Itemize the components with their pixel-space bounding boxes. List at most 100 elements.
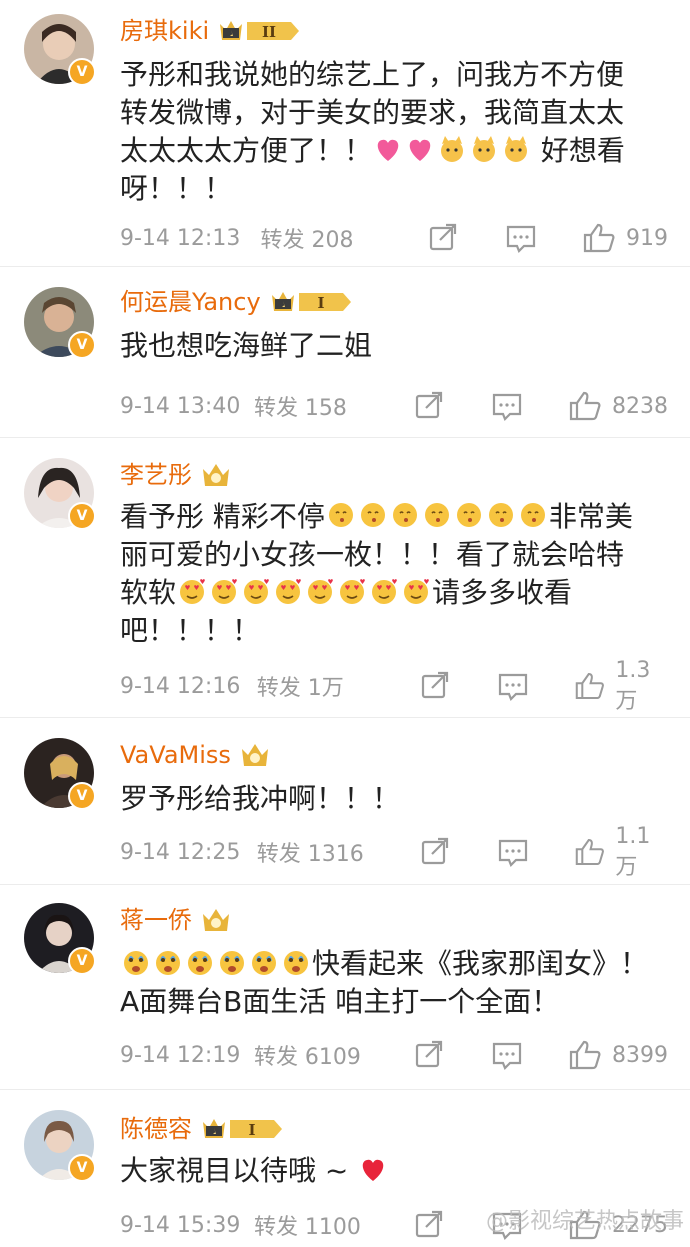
repost-count[interactable]: 转发 158 (254, 390, 407, 422)
comment-text: 予彤和我说她的综艺上了，问我方不方便转发微博，对于美女的要求，我简直太太太太太太… (120, 58, 625, 205)
verified-icon: V (68, 58, 96, 86)
kiss-emoji (390, 500, 420, 530)
crown-icon: II (217, 16, 301, 46)
timestamp: 9-14 15:39 (120, 1212, 241, 1238)
avatar[interactable]: V (24, 1110, 96, 1182)
crown-icon (200, 905, 232, 935)
comment-text: 大家視目以待哦 ~ (120, 1152, 650, 1190)
svg-text:I: I (248, 1121, 255, 1139)
like-count: 1.3万 (615, 657, 651, 714)
love-emoji (401, 576, 431, 606)
love-emoji (337, 576, 367, 606)
comment-item: V 李艺彤 看予彤 精彩不停 非常美丽可爱的小女孩一枚！！！看了就会哈特软软 请多多… (0, 438, 690, 718)
like-icon (569, 1040, 601, 1070)
like-button[interactable]: 1.3万 (574, 658, 668, 715)
comment-item: V 陈德容 I 大家視目以待哦 ~ 9-14 15:39 转发 1100 227… (0, 1090, 690, 1247)
comment-icon[interactable] (490, 389, 524, 423)
heart-emoji (405, 134, 435, 164)
crown-icon (200, 460, 232, 490)
like-count: 8238 (612, 393, 668, 419)
avatar[interactable]: V (24, 903, 96, 975)
like-icon (575, 672, 604, 700)
comment-item: V 蒋一侨 快看起来《我家那闺女》！A面舞台B面生活 咱主打一个全面！ 9-14… (0, 885, 690, 1090)
wow-emoji (217, 947, 247, 977)
kiss-emoji (358, 500, 388, 530)
share-icon[interactable] (426, 221, 460, 255)
comment-text: 罗予彤给我冲啊！！！ (120, 782, 401, 815)
like-count: 1.1万 (615, 823, 651, 880)
comment-text: 我也想吃海鲜了二姐 (120, 329, 373, 362)
cat-emoji (469, 134, 499, 164)
like-icon (575, 838, 604, 866)
username[interactable]: VaVaMiss (120, 740, 231, 770)
wow-emoji (185, 947, 215, 977)
avatar[interactable]: V (24, 738, 96, 810)
love-emoji (241, 576, 271, 606)
crown-icon: I (200, 1114, 284, 1144)
verified-icon: V (68, 502, 96, 530)
watermark: @影视综艺热点故事 (485, 1209, 684, 1234)
comment-icon[interactable] (490, 1038, 524, 1072)
comment-feed: V 房琪kiki II 予彤和我说她的综艺上了，问我方不方便转发微博，对于美女的… (0, 0, 690, 1247)
like-icon (569, 391, 601, 421)
repost-count[interactable]: 转发 208 (260, 222, 421, 254)
verified-icon: V (68, 782, 96, 810)
share-icon[interactable] (412, 1208, 446, 1242)
like-button[interactable]: 1.1万 (574, 824, 668, 881)
avatar[interactable]: V (24, 14, 96, 86)
like-button[interactable]: 8399 (568, 1038, 668, 1072)
timestamp: 9-14 12:13 (120, 225, 241, 251)
username[interactable]: 陈德容 (120, 1114, 192, 1144)
wow-emoji (121, 947, 151, 977)
verified-icon: V (68, 947, 96, 975)
timestamp: 9-14 13:40 (120, 393, 241, 419)
heart-emoji (373, 134, 403, 164)
love-emoji (305, 576, 335, 606)
repost-count[interactable]: 转发 1万 (257, 670, 413, 702)
repost-count[interactable]: 转发 1316 (257, 836, 413, 868)
crown-icon (239, 740, 271, 770)
svg-text:I: I (317, 294, 324, 312)
love-emoji (209, 576, 239, 606)
comment-text: 快看起来《我家那闺女》！A面舞台B面生活 咱主打一个全面！ (120, 947, 649, 1018)
share-icon[interactable] (412, 389, 446, 423)
red-heart-emoji (358, 1154, 388, 1184)
like-count: 8399 (612, 1042, 668, 1068)
crown-icon: I (269, 287, 353, 317)
share-icon[interactable] (418, 835, 452, 869)
comment-icon[interactable] (496, 835, 530, 869)
kiss-emoji (518, 500, 548, 530)
love-emoji (177, 576, 207, 606)
repost-count[interactable]: 转发 1100 (254, 1209, 407, 1241)
comment-item: V 何运晨Yancy I 我也想吃海鲜了二姐 9-14 13:40 转发 158… (0, 267, 690, 438)
comment-icon[interactable] (496, 669, 530, 703)
comment-icon[interactable] (504, 221, 538, 255)
comment-text: 看予彤 精彩不停 非常美丽可爱的小女孩一枚！！！看了就会哈特软软 请多多收看吧！！！… (120, 500, 633, 647)
cat-emoji (437, 134, 467, 164)
verified-icon: V (68, 1154, 96, 1182)
verified-icon: V (68, 331, 96, 359)
wow-emoji (249, 947, 279, 977)
wow-emoji (281, 947, 311, 977)
username[interactable]: 李艺彤 (120, 460, 192, 490)
svg-text:II: II (262, 23, 276, 41)
comment-item: V 房琪kiki II 予彤和我说她的综艺上了，问我方不方便转发微博，对于美女的… (0, 0, 690, 267)
kiss-emoji (326, 500, 356, 530)
love-emoji (273, 576, 303, 606)
love-emoji (369, 576, 399, 606)
repost-count[interactable]: 转发 6109 (254, 1039, 407, 1071)
cat-emoji (501, 134, 531, 164)
username[interactable]: 蒋一侨 (120, 905, 192, 935)
avatar[interactable]: V (24, 287, 96, 359)
like-button[interactable]: 8238 (568, 389, 668, 423)
username[interactable]: 何运晨Yancy (120, 287, 261, 317)
share-icon[interactable] (412, 1038, 446, 1072)
share-icon[interactable] (418, 669, 452, 703)
kiss-emoji (454, 500, 484, 530)
like-button[interactable]: 919 (582, 221, 668, 255)
username[interactable]: 房琪kiki (120, 16, 209, 46)
kiss-emoji (422, 500, 452, 530)
avatar[interactable]: V (24, 458, 96, 530)
like-icon (583, 223, 615, 253)
timestamp: 9-14 12:16 (120, 673, 241, 699)
